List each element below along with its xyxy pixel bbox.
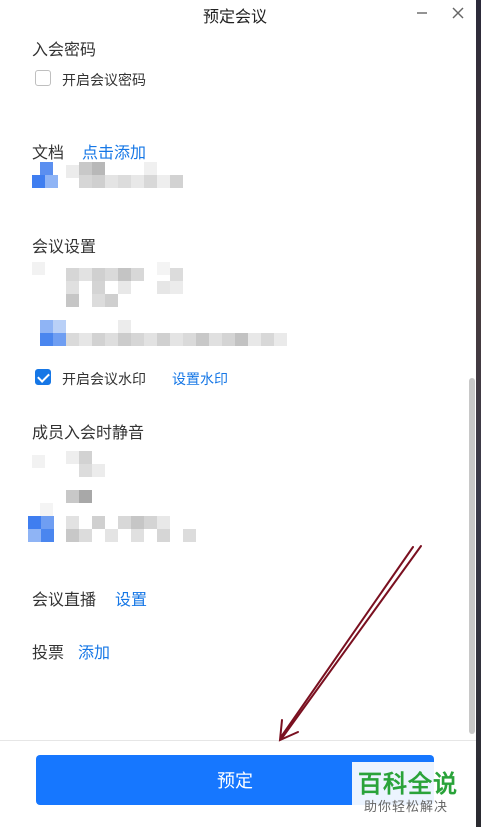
meeting-settings-title: 会议设置 bbox=[32, 237, 97, 256]
close-icon bbox=[452, 7, 464, 19]
vote-title: 投票 bbox=[32, 643, 65, 662]
minimize-button[interactable] bbox=[410, 2, 434, 24]
watermark-main-text: 百科全说 bbox=[358, 770, 458, 798]
mute-on-join-title: 成员入会时静音 bbox=[32, 423, 145, 442]
titlebar: 预定会议 bbox=[0, 0, 476, 30]
site-watermark: 百科全说 助你轻松解决 bbox=[352, 762, 470, 820]
watermark-checkbox-label: 开启会议水印 bbox=[62, 372, 146, 388]
password-checkbox[interactable] bbox=[35, 70, 51, 86]
document-section-title: 文档 bbox=[32, 143, 65, 162]
close-button[interactable] bbox=[446, 2, 470, 24]
add-document-link[interactable]: 点击添加 bbox=[82, 139, 146, 163]
scrollbar-thumb[interactable] bbox=[469, 378, 475, 734]
watermark-checkbox[interactable] bbox=[35, 369, 51, 385]
add-vote-link[interactable]: 添加 bbox=[78, 639, 110, 663]
background-photo-edge bbox=[476, 0, 481, 827]
watermark-sub-text: 助你轻松解决 bbox=[364, 800, 449, 815]
live-stream-settings-link[interactable]: 设置 bbox=[115, 586, 147, 610]
schedule-meeting-dialog: 预定会议 入会密码 开启会议密码 文档 点击添加 会议设置 开启会议水印 设置水… bbox=[0, 0, 476, 828]
live-stream-title: 会议直播 bbox=[32, 590, 97, 609]
minimize-icon bbox=[417, 12, 427, 14]
watermark-settings-link[interactable]: 设置水印 bbox=[172, 369, 228, 389]
window-title: 预定会议 bbox=[202, 7, 267, 26]
password-checkbox-label: 开启会议密码 bbox=[62, 73, 146, 89]
password-section-title: 入会密码 bbox=[32, 40, 97, 59]
